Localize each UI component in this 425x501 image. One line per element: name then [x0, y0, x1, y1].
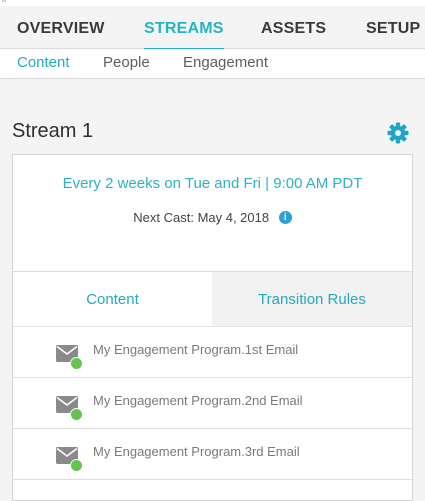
next-cast-line: Next Cast: May 4, 2018 i [13, 210, 412, 225]
status-indicator [70, 357, 83, 370]
gear-icon[interactable] [386, 121, 410, 145]
sub-tab-bar: Content People Engagement [0, 49, 425, 79]
tab-assets[interactable]: ASSETS [261, 20, 326, 38]
subtab-people[interactable]: People [103, 54, 150, 71]
subtab-engagement[interactable]: Engagement [183, 54, 268, 71]
status-indicator [70, 459, 83, 472]
card-tab-content[interactable]: Content [13, 272, 212, 327]
tab-streams[interactable]: STREAMS [144, 20, 224, 50]
email-name: My Engagement Program.2nd Email [93, 393, 303, 408]
stream-card: Every 2 weeks on Tue and Fri | 9:00 AM P… [12, 154, 413, 501]
email-name: My Engagement Program.3rd Email [93, 444, 300, 459]
next-cast-date: May 4, 2018 [197, 210, 270, 225]
email-name: My Engagement Program.1st Email [93, 342, 299, 357]
schedule-link[interactable]: Every 2 weeks on Tue and Fri | 9:00 AM P… [13, 175, 412, 192]
info-icon[interactable]: i [278, 211, 292, 224]
list-item[interactable]: My Engagement Program.1st Email [13, 326, 412, 378]
tab-overview[interactable]: OVERVIEW [17, 20, 105, 38]
card-tab-transition-rules[interactable]: Transition Rules [212, 272, 412, 327]
next-cast-label: Next Cast: [133, 210, 194, 225]
tab-setup[interactable]: SETUP [366, 20, 420, 38]
email-list: My Engagement Program.1st Email My Engag… [13, 326, 412, 480]
stream-title: Stream 1 [12, 120, 94, 142]
main-tab-bar: OVERVIEW STREAMS ASSETS SETUP [0, 6, 425, 50]
list-item[interactable]: My Engagement Program.2nd Email [13, 378, 412, 429]
list-item[interactable]: My Engagement Program.3rd Email [13, 429, 412, 480]
status-indicator [70, 408, 83, 421]
subtab-content[interactable]: Content [17, 54, 70, 71]
card-tab-bar: Content Transition Rules [13, 271, 412, 327]
